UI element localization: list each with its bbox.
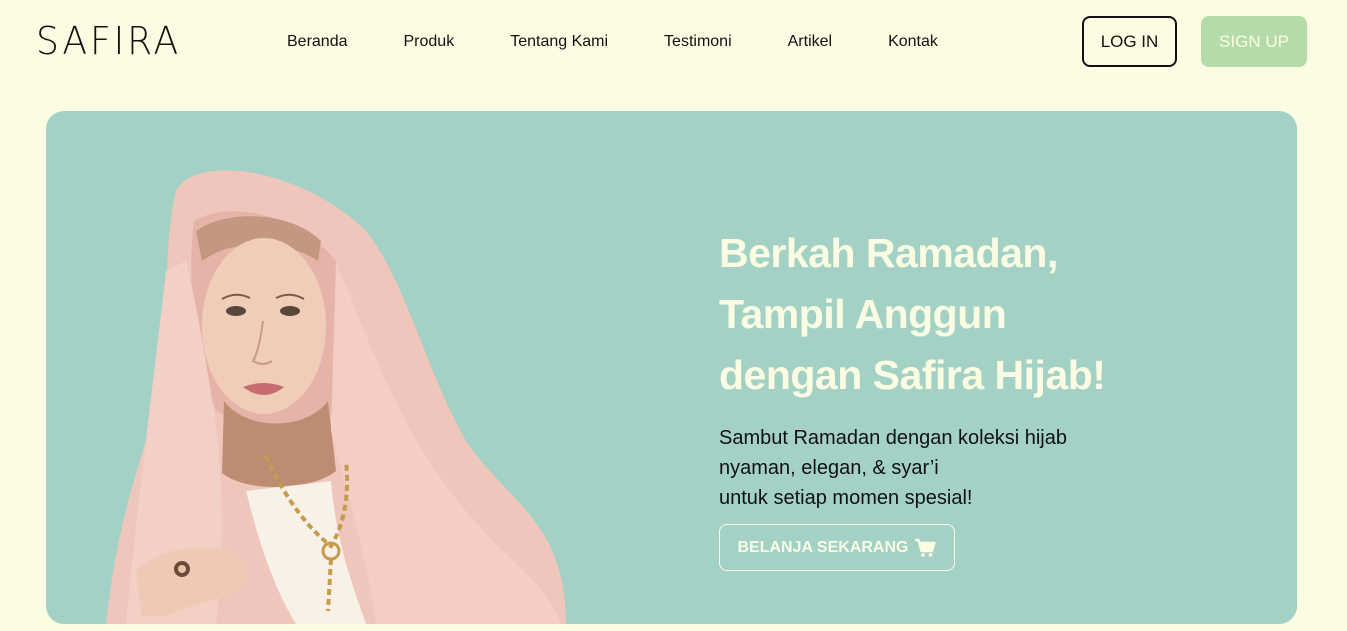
nav-item-produk[interactable]: Produk xyxy=(404,30,455,54)
nav-item-kontak[interactable]: Kontak xyxy=(888,30,938,54)
hero-subtitle-line-3: untuk setiap momen spesial! xyxy=(719,487,973,509)
hero-subtitle-line-2: nyaman, elegan, & syar’i xyxy=(719,457,939,479)
shop-now-button[interactable]: BELANJA SEKARANG xyxy=(719,524,955,571)
nav-item-testimoni[interactable]: Testimoni xyxy=(664,30,732,54)
nav-item-tentang-kami[interactable]: Tentang Kami xyxy=(510,30,608,54)
main-nav: Beranda Produk Tentang Kami Testimoni Ar… xyxy=(287,30,938,54)
hero-title: Berkah Ramadan, Tampil Anggun dengan Saf… xyxy=(719,223,1239,406)
hero-title-line-2: Tampil Anggun xyxy=(719,291,1007,337)
signup-button[interactable]: SIGN UP xyxy=(1201,16,1307,67)
shop-now-label: BELANJA SEKARANG xyxy=(737,538,909,556)
login-button[interactable]: LOG IN xyxy=(1082,16,1177,67)
hero-title-line-1: Berkah Ramadan, xyxy=(719,230,1058,276)
nav-item-beranda[interactable]: Beranda xyxy=(287,30,348,54)
hero-banner: Berkah Ramadan, Tampil Anggun dengan Saf… xyxy=(46,111,1297,624)
cart-icon xyxy=(914,538,937,558)
brand-logo[interactable]: SAFIRA xyxy=(36,20,181,62)
page: SAFIRA Beranda Produk Tentang Kami Testi… xyxy=(0,0,1347,631)
hijab-model-photo xyxy=(106,170,566,624)
hero-subtitle: Sambut Ramadan dengan koleksi hijab nyam… xyxy=(719,423,1199,513)
site-header: SAFIRA Beranda Produk Tentang Kami Testi… xyxy=(0,0,1347,84)
hero-title-line-3: dengan Safira Hijab! xyxy=(719,352,1106,398)
nav-item-artikel[interactable]: Artikel xyxy=(788,30,832,54)
hero-subtitle-line-1: Sambut Ramadan dengan koleksi hijab xyxy=(719,427,1067,449)
